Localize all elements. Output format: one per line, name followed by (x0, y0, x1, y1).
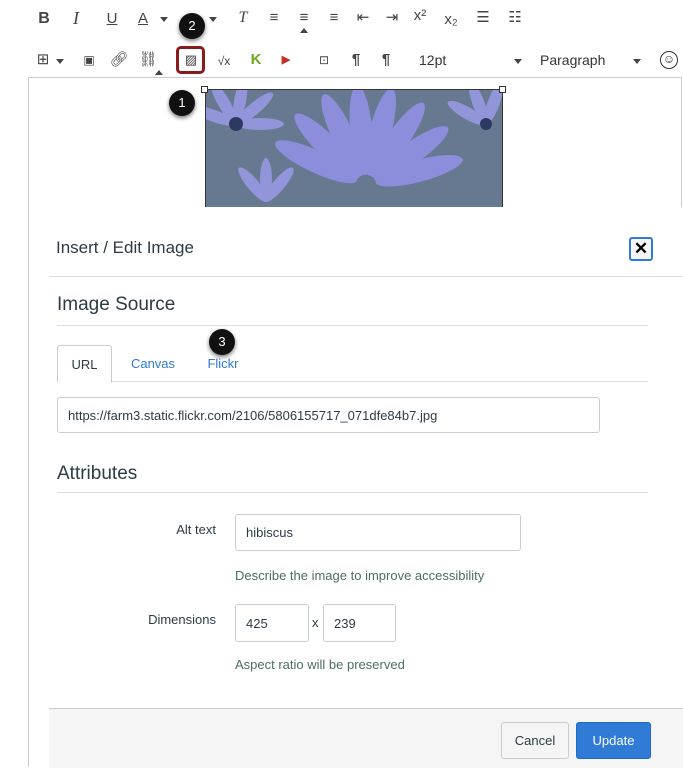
align-right-icon[interactable]: ≡ (323, 8, 345, 28)
alt-text-input[interactable]: hibiscus (235, 514, 521, 551)
image-button-highlight (176, 46, 205, 74)
callout-badge-1: 1 (169, 90, 195, 116)
font-size-select[interactable]: 12pt (419, 52, 446, 68)
image-url-input[interactable]: https://farm3.static.flickr.com/2106/580… (57, 397, 600, 433)
accessibility-checker-icon[interactable]: ☺ (660, 51, 678, 69)
media-icon[interactable]: ▣ (78, 50, 100, 70)
align-left-icon[interactable]: ≡ (263, 8, 285, 28)
link-icon[interactable]: 🔗︎ (108, 50, 130, 70)
cancel-button[interactable]: Cancel (501, 722, 569, 759)
height-input[interactable]: 239 (323, 604, 396, 642)
text-color-button[interactable]: A (132, 9, 154, 29)
embed-icon[interactable]: ⊡ (313, 50, 335, 70)
divider (49, 276, 683, 277)
numbered-list-icon[interactable]: ☷ (504, 8, 526, 28)
dimensions-label: Dimensions (148, 612, 216, 627)
attributes-heading: Attributes (57, 463, 138, 484)
chevron-down-icon[interactable] (514, 59, 522, 64)
close-icon: ✕ (633, 239, 649, 258)
callout-badge-2: 2 (179, 13, 205, 39)
subscript-icon[interactable]: x₂ (440, 10, 462, 30)
dimension-separator: x (312, 615, 319, 630)
align-center-icon[interactable]: ≡ (293, 8, 315, 28)
dialog-title: Insert / Edit Image (56, 238, 194, 257)
ltr-icon[interactable]: ¶ (345, 50, 367, 70)
resize-handle[interactable] (499, 86, 506, 93)
bullet-list-icon[interactable]: ☰ (472, 8, 494, 28)
width-input[interactable]: 425 (235, 604, 309, 642)
editor-toolbar: B I U A T ≡ ≡ ≡ ⇤ ⇥ x² x₂ ☰ ☷ ⊞ ▣ 🔗︎ ⛓ ▨… (0, 0, 683, 78)
tab-canvas[interactable]: Canvas (122, 345, 184, 383)
alt-text-label: Alt text (176, 522, 216, 537)
math-equation-icon[interactable]: √x (213, 51, 235, 71)
chevron-down-icon[interactable] (209, 17, 217, 22)
bold-button[interactable]: B (33, 9, 55, 29)
tab-url[interactable]: URL (57, 345, 112, 383)
close-button[interactable]: ✕ (629, 237, 653, 261)
underline-button[interactable]: U (101, 9, 123, 29)
divider (57, 492, 648, 493)
update-button[interactable]: Update (576, 722, 651, 759)
pointer-caret-icon (300, 28, 308, 33)
outdent-icon[interactable]: ⇤ (352, 8, 374, 28)
divider (57, 325, 648, 326)
indent-icon[interactable]: ⇥ (381, 8, 403, 28)
unlink-icon[interactable]: ⛓ (137, 50, 159, 70)
rtl-icon[interactable]: ¶ (375, 50, 397, 70)
dimensions-hint: Aspect ratio will be preserved (235, 657, 405, 672)
callout-badge-3: 3 (209, 329, 235, 355)
pointer-caret-icon (155, 70, 163, 75)
alt-text-hint: Describe the image to improve accessibil… (235, 568, 485, 583)
youtube-icon[interactable]: ▶ (275, 50, 297, 70)
block-format-select[interactable]: Paragraph (540, 52, 605, 68)
chevron-down-icon[interactable] (160, 17, 168, 22)
resize-handle[interactable] (201, 86, 208, 93)
superscript-icon[interactable]: x² (409, 6, 431, 26)
italic-button[interactable]: I (65, 8, 87, 28)
insert-image-dialog (28, 207, 683, 767)
selected-image[interactable] (205, 89, 503, 209)
image-source-heading: Image Source (57, 294, 176, 315)
chevron-down-icon[interactable] (633, 59, 641, 64)
chevron-down-icon[interactable] (56, 59, 64, 64)
kaltura-icon[interactable]: K (245, 50, 267, 70)
clear-formatting-icon[interactable]: T (232, 8, 254, 28)
table-icon[interactable]: ⊞ (32, 50, 54, 70)
